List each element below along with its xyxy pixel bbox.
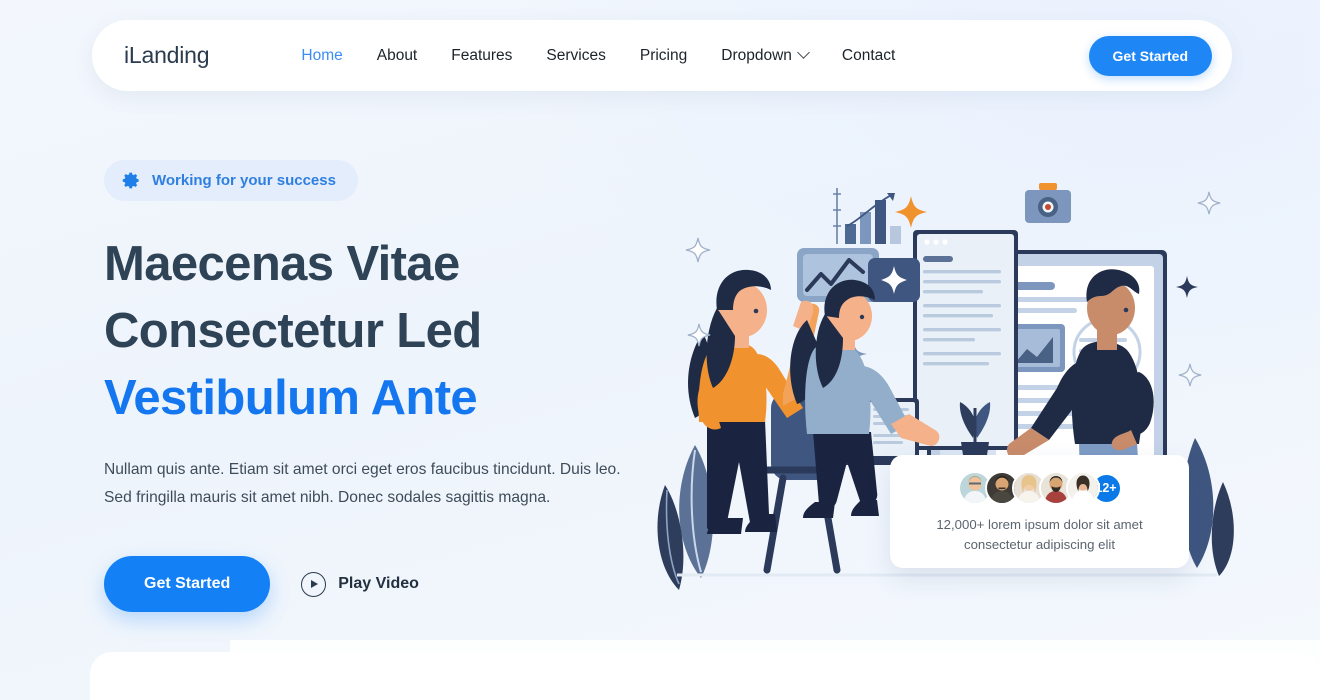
hero-badge-label: Working for your success <box>152 172 336 189</box>
hero-title-line-3: Vestibulum Ante <box>104 371 478 425</box>
chevron-down-icon <box>797 46 810 59</box>
nav-label: Services <box>546 46 606 64</box>
hero-title-line-2: Consectetur Led <box>104 304 482 358</box>
leaf-decoration-right <box>1182 438 1234 576</box>
sparkle-icon <box>685 237 711 263</box>
nav-item-contact[interactable]: Contact <box>842 47 895 65</box>
hero-description-line-1: Nullam quis ante. Etiam sit amet orci eg… <box>104 461 621 478</box>
landing-page: iLanding Home About Features Services Pr… <box>0 0 1320 700</box>
brand-logo[interactable]: iLanding <box>124 42 210 69</box>
nav-label: Home <box>301 46 343 64</box>
sparkle-icon <box>687 323 711 347</box>
nav-item-pricing[interactable]: Pricing <box>640 47 687 65</box>
sparkle-icon-filled <box>1175 275 1199 299</box>
hero-description: Nullam quis ante. Etiam sit amet orci eg… <box>104 456 649 512</box>
orange-sparkle-icon <box>895 196 927 228</box>
avatar-group: 12+ <box>908 471 1171 505</box>
main-navigation: Home About Features Services Pricing Dro… <box>301 46 895 65</box>
camera-icon <box>1025 183 1071 223</box>
avatar <box>1065 471 1100 505</box>
leaf-decoration <box>657 445 714 590</box>
nav-label: Pricing <box>639 46 688 64</box>
hero-title-line-1: Maecenas Vitae <box>104 237 460 291</box>
testimonial-line-1: 12,000+ lorem ipsum dolor sit amet <box>936 517 1143 532</box>
nav-item-services[interactable]: Services <box>546 47 605 65</box>
sparkle-icon <box>1178 363 1202 387</box>
next-section <box>90 652 1320 700</box>
testimonial-text: 12,000+ lorem ipsum dolor sit amet conse… <box>908 515 1171 555</box>
nav-label: About <box>376 46 418 64</box>
site-header: iLanding Home About Features Services Pr… <box>92 20 1232 91</box>
sparkle-card <box>868 258 920 302</box>
play-video-label: Play Video <box>338 575 419 592</box>
nav-item-about[interactable]: About <box>377 47 418 65</box>
hero-description-line-2: Sed fringilla mauris sit amet nibh. Done… <box>104 489 551 506</box>
play-video-button[interactable]: Play Video <box>301 571 419 597</box>
nav-label: Features <box>451 46 513 64</box>
nav-item-dropdown[interactable]: Dropdown <box>721 46 810 65</box>
play-icon <box>301 571 327 597</box>
nav-label: Contact <box>841 46 896 64</box>
nav-item-home[interactable]: Home <box>301 47 342 65</box>
nav-label: Dropdown <box>721 46 792 64</box>
hero-content: Working for your success Maecenas Vitae … <box>104 160 664 612</box>
hero-actions: Get Started Play Video <box>104 556 664 612</box>
bar-chart-decoration <box>833 188 901 244</box>
hero-badge: Working for your success <box>104 160 358 201</box>
header-get-started-button[interactable]: Get Started <box>1088 35 1212 76</box>
nav-item-features[interactable]: Features <box>451 47 512 65</box>
sparkle-icon <box>1197 191 1221 215</box>
hero-title: Maecenas Vitae Consectetur Led Vestibulu… <box>104 231 664 432</box>
testimonial-line-2: consectetur adipiscing elit <box>963 537 1115 552</box>
testimonial-card: 12+ 12,000+ lorem ipsum dolor sit amet c… <box>890 455 1189 568</box>
hero-get-started-button[interactable]: Get Started <box>104 556 271 612</box>
gear-icon <box>122 172 139 189</box>
